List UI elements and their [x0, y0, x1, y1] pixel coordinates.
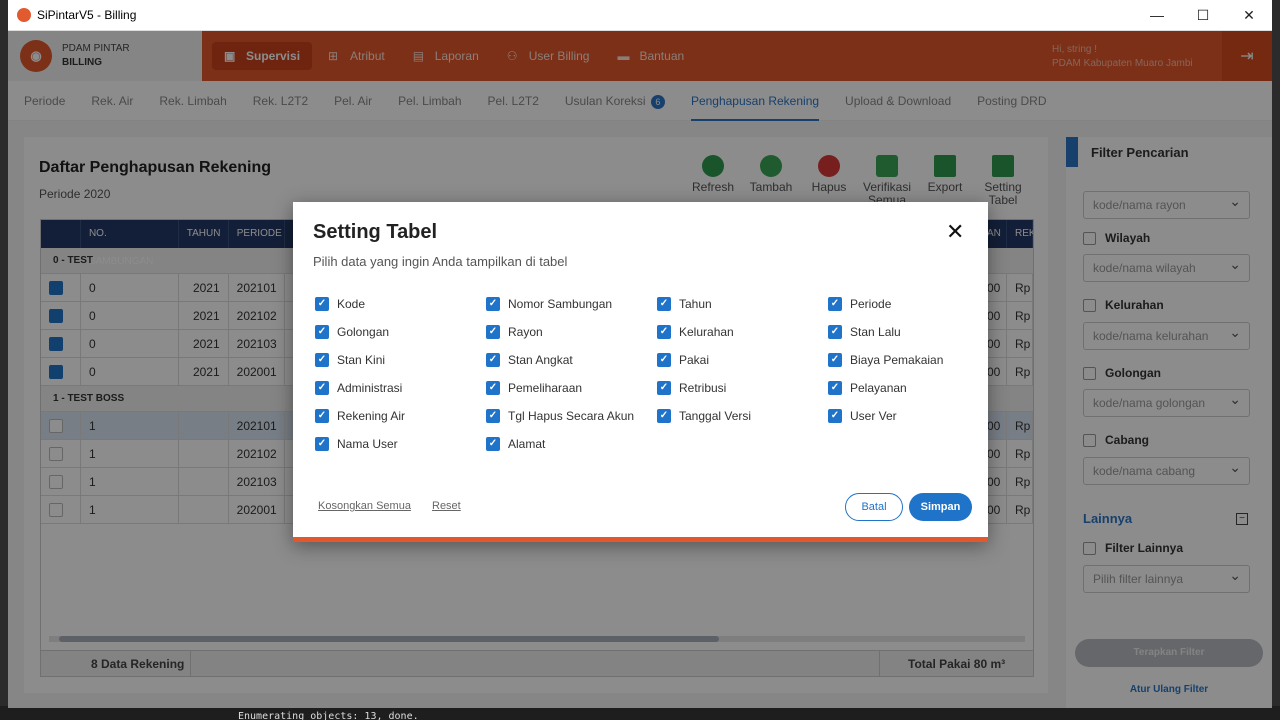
checkbox-checked-icon: ✓ — [315, 437, 329, 451]
option-retribusi[interactable]: ✓ Retribusi — [657, 381, 726, 395]
checkbox-checked-icon: ✓ — [828, 409, 842, 423]
option-biaya-pemakaian[interactable]: ✓ Biaya Pemakaian — [828, 353, 943, 367]
option-rayon[interactable]: ✓ Rayon — [486, 325, 543, 339]
checkbox-checked-icon: ✓ — [315, 297, 329, 311]
checkbox-checked-icon: ✓ — [315, 381, 329, 395]
option-administrasi[interactable]: ✓ Administrasi — [315, 381, 402, 395]
dialog-title: Setting Tabel — [313, 221, 438, 243]
checkbox-checked-icon: ✓ — [657, 409, 671, 423]
setting-tabel-dialog: Setting Tabel ✕ Pilih data yang ingin An… — [293, 202, 988, 542]
close-icon[interactable]: ✕ — [946, 220, 964, 244]
checkbox-checked-icon: ✓ — [486, 353, 500, 367]
reset-link[interactable]: Reset — [432, 500, 461, 512]
close-window-button[interactable]: ✕ — [1226, 0, 1272, 30]
option-tgl-hapus[interactable]: ✓ Tgl Hapus Secara Akun — [486, 409, 634, 423]
checkbox-checked-icon: ✓ — [828, 297, 842, 311]
checkbox-checked-icon: ✓ — [828, 381, 842, 395]
minimize-button[interactable]: — — [1134, 0, 1180, 30]
checkbox-checked-icon: ✓ — [657, 325, 671, 339]
option-periode[interactable]: ✓ Periode — [828, 297, 891, 311]
checkbox-checked-icon: ✓ — [486, 297, 500, 311]
option-rekening-air[interactable]: ✓ Rekening Air — [315, 409, 405, 423]
clear-all-link[interactable]: Kosongkan Semua — [318, 500, 411, 512]
checkbox-checked-icon: ✓ — [315, 409, 329, 423]
cancel-button[interactable]: Batal — [845, 493, 903, 521]
option-stan-angkat[interactable]: ✓ Stan Angkat — [486, 353, 573, 367]
checkbox-checked-icon: ✓ — [657, 297, 671, 311]
checkbox-checked-icon: ✓ — [486, 381, 500, 395]
checkbox-checked-icon: ✓ — [315, 325, 329, 339]
option-tanggal-versi[interactable]: ✓ Tanggal Versi — [657, 409, 751, 423]
option-stan-kini[interactable]: ✓ Stan Kini — [315, 353, 385, 367]
desktop-background-right — [1272, 0, 1280, 720]
save-button[interactable]: Simpan — [909, 493, 972, 521]
option-nomor-sambungan[interactable]: ✓ Nomor Sambungan — [486, 297, 612, 311]
checkbox-checked-icon: ✓ — [828, 325, 842, 339]
window-title: SiPintarV5 - Billing — [37, 8, 137, 22]
checkbox-checked-icon: ✓ — [657, 381, 671, 395]
checkbox-checked-icon: ✓ — [657, 353, 671, 367]
maximize-button[interactable]: ☐ — [1180, 0, 1226, 30]
option-golongan[interactable]: ✓ Golongan — [315, 325, 389, 339]
dialog-description: Pilih data yang ingin Anda tampilkan di … — [313, 254, 568, 269]
desktop-background-left — [0, 0, 8, 720]
option-kelurahan[interactable]: ✓ Kelurahan — [657, 325, 734, 339]
option-user-ver[interactable]: ✓ User Ver — [828, 409, 897, 423]
console-output: Enumerating objects: 13, done. — [0, 706, 1280, 720]
checkbox-checked-icon: ✓ — [486, 437, 500, 451]
checkbox-checked-icon: ✓ — [486, 325, 500, 339]
option-tahun[interactable]: ✓ Tahun — [657, 297, 712, 311]
checkbox-checked-icon: ✓ — [315, 353, 329, 367]
app-icon — [17, 8, 31, 22]
option-pemeliharaan[interactable]: ✓ Pemeliharaan — [486, 381, 582, 395]
option-pakai[interactable]: ✓ Pakai — [657, 353, 709, 367]
option-kode[interactable]: ✓ Kode — [315, 297, 365, 311]
checkbox-checked-icon: ✓ — [828, 353, 842, 367]
option-stan-lalu[interactable]: ✓ Stan Lalu — [828, 325, 901, 339]
option-alamat[interactable]: ✓ Alamat — [486, 437, 545, 451]
option-pelayanan[interactable]: ✓ Pelayanan — [828, 381, 907, 395]
option-nama-user[interactable]: ✓ Nama User — [315, 437, 398, 451]
checkbox-checked-icon: ✓ — [486, 409, 500, 423]
title-bar: SiPintarV5 - Billing — ☐ ✕ — [8, 0, 1272, 31]
